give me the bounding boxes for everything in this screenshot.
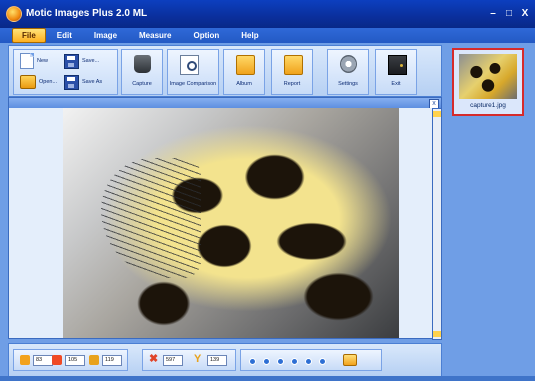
settings-button[interactable]: Settings — [327, 49, 369, 95]
menu-edit[interactable]: Edit — [46, 29, 83, 42]
zoom-tool-2-icon[interactable] — [263, 358, 270, 365]
album-folder-icon — [236, 55, 255, 75]
report-button[interactable]: Report — [271, 49, 313, 95]
open-button[interactable]: Open... — [20, 74, 57, 90]
menu-help[interactable]: Help — [230, 29, 269, 42]
zoom-tool-6-icon[interactable] — [319, 358, 326, 365]
capture-button[interactable]: Capture — [121, 49, 163, 95]
thumbnail-image — [459, 54, 517, 99]
app-icon — [6, 6, 22, 22]
minimize-button[interactable]: – — [486, 8, 500, 20]
exit-door-icon — [388, 55, 407, 75]
zoom-tool-5-icon[interactable] — [305, 358, 312, 365]
menu-measure[interactable]: Measure — [128, 29, 182, 42]
microscope-image — [63, 108, 399, 338]
open-folder-icon — [20, 75, 36, 89]
window-title: Motic Images Plus 2.0 ML — [26, 8, 148, 19]
b-value: 119 — [102, 355, 122, 366]
album-button[interactable]: Album — [223, 49, 265, 95]
menu-image[interactable]: Image — [83, 29, 128, 42]
g-value: 105 — [65, 355, 85, 366]
report-label: Report — [283, 81, 301, 87]
vertical-scrollbar[interactable] — [432, 108, 442, 340]
new-button[interactable]: New — [20, 53, 48, 69]
album-label: Album — [236, 81, 252, 87]
menu-file[interactable]: File — [12, 28, 46, 43]
open-label: Open... — [39, 79, 58, 85]
menu-option[interactable]: Option — [182, 29, 230, 42]
save-as-icon — [64, 74, 79, 90]
close-button[interactable]: X — [518, 8, 532, 20]
gear-icon — [340, 55, 357, 73]
bottom-toolbar: 83 105 119 ✖ 597 Y 139 — [8, 343, 442, 377]
b-chip-icon — [89, 355, 99, 365]
zoom-tools-group — [240, 349, 382, 371]
y-tool-icon[interactable]: Y — [194, 354, 205, 365]
save-as-button[interactable]: Save As — [64, 74, 102, 90]
r-chip-icon — [20, 355, 30, 365]
color-values-group: 83 105 119 — [13, 349, 128, 371]
report-folder-icon — [284, 55, 303, 75]
scroll-down-button[interactable] — [433, 331, 441, 337]
maximize-button[interactable]: □ — [502, 8, 516, 20]
zoom-tool-3-icon[interactable] — [277, 358, 284, 365]
save-as-label: Save As — [82, 79, 103, 85]
scroll-up-button[interactable] — [433, 111, 441, 117]
new-document-icon — [20, 53, 34, 69]
zoom-tool-1-icon[interactable] — [249, 358, 256, 365]
x-tool-icon[interactable]: ✖ — [149, 354, 160, 365]
title-bar: Motic Images Plus 2.0 ML – □ X — [0, 0, 535, 28]
menu-bar: File Edit Image Measure Option Help — [0, 28, 535, 43]
camera-icon — [134, 55, 151, 73]
image-viewer[interactable] — [8, 108, 433, 339]
thumbnail-label: capture1.jpg — [470, 102, 506, 109]
new-label: New — [37, 58, 49, 64]
file-group: New Save... Open... Save As — [13, 49, 118, 95]
save-icon — [64, 53, 79, 69]
exit-button[interactable]: Exit — [375, 49, 417, 95]
xy-group: ✖ 597 Y 139 — [142, 349, 236, 371]
image-comparison-icon — [180, 55, 199, 75]
r-value: 83 — [33, 355, 53, 366]
main-toolbar: New Save... Open... Save As Capture Imag… — [8, 45, 442, 97]
y-value: 139 — [207, 355, 227, 366]
thumbnail-item[interactable]: capture1.jpg — [452, 48, 524, 116]
g-chip-icon — [52, 355, 62, 365]
image-comparison-button[interactable]: Image Comparison — [167, 49, 219, 95]
image-comparison-label: Image Comparison — [169, 81, 217, 87]
settings-label: Settings — [338, 81, 358, 87]
zoom-tool-4-icon[interactable] — [291, 358, 298, 365]
palette-icon[interactable] — [343, 354, 357, 366]
save-label: Save... — [82, 58, 100, 64]
save-button[interactable]: Save... — [64, 53, 99, 69]
x-value: 597 — [163, 355, 183, 366]
capture-label: Capture — [132, 81, 152, 87]
exit-label: Exit — [391, 81, 401, 87]
thumbnail-panel: capture1.jpg — [446, 44, 535, 381]
status-bar — [0, 376, 535, 381]
